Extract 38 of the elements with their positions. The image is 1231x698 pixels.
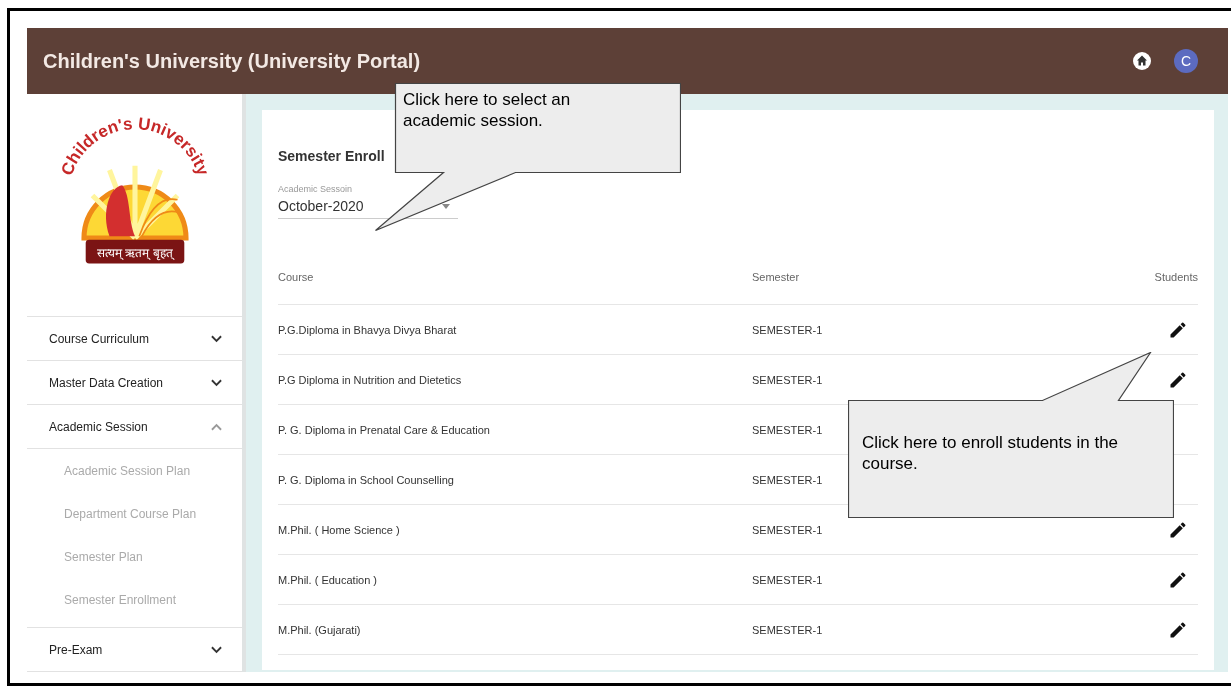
table-cell-text: P. G. Diploma in Prenatal Care & Education <box>278 423 491 436</box>
user-avatar[interactable]: C <box>1174 49 1198 73</box>
table-cell-text: M.Phil. (Gujarati) <box>278 623 362 636</box>
table-cell-text: SEMESTER-1 <box>752 473 824 486</box>
table-cell-text: M.Phil. ( Education ) <box>278 573 379 586</box>
sidebar-item[interactable]: Course Curriculum <box>27 317 242 361</box>
column-header: Semester <box>752 270 801 283</box>
page-title: Semester Enroll <box>278 148 385 166</box>
table-cell-text: SEMESTER-1 <box>752 323 824 336</box>
sidebar-item[interactable]: Pre-Exam <box>27 628 242 672</box>
pencil-icon[interactable] <box>1168 519 1188 540</box>
table-cell-text: SEMESTER-1 <box>752 573 824 586</box>
column-header: Course <box>278 270 315 283</box>
table-cell-text: SEMESTER-1 <box>752 373 824 386</box>
column-header: Students <box>1153 270 1198 283</box>
table-cell-text: SEMESTER-1 <box>752 623 824 636</box>
pencil-icon[interactable] <box>1168 619 1188 640</box>
sidebar-item[interactable]: Master Data Creation <box>27 361 242 405</box>
dropdown-caret-icon <box>442 203 450 209</box>
chevron-icon <box>211 422 222 431</box>
app-title: Children's University (University Portal) <box>43 49 421 73</box>
chevron-icon <box>211 378 222 387</box>
pencil-icon[interactable] <box>1168 569 1188 590</box>
callout-text: Click here to select an academic session. <box>403 89 572 131</box>
table-cell-text: M.Phil. ( Home Science ) <box>278 523 401 536</box>
pencil-icon[interactable] <box>1168 319 1188 340</box>
chevron-icon <box>211 645 222 654</box>
home-icon[interactable] <box>1132 51 1152 71</box>
pencil-icon[interactable] <box>1168 369 1188 390</box>
table-cell-text: P.G Diploma in Nutrition and Dietetics <box>278 373 463 386</box>
chevron-icon <box>211 334 222 343</box>
table-cell-text: SEMESTER-1 <box>752 523 824 536</box>
table-cell-text: P.G.Diploma in Bhavya Divya Bharat <box>278 323 458 336</box>
table-cell-text: SEMESTER-1 <box>752 423 824 436</box>
sidebar-item[interactable]: Academic Session <box>27 405 242 449</box>
table-cell-text: P. G. Diploma in School Counselling <box>278 473 455 486</box>
field-label: Academic Sessoin <box>278 184 354 194</box>
callout-text: Click here to enroll students in the course. <box>862 432 1120 474</box>
